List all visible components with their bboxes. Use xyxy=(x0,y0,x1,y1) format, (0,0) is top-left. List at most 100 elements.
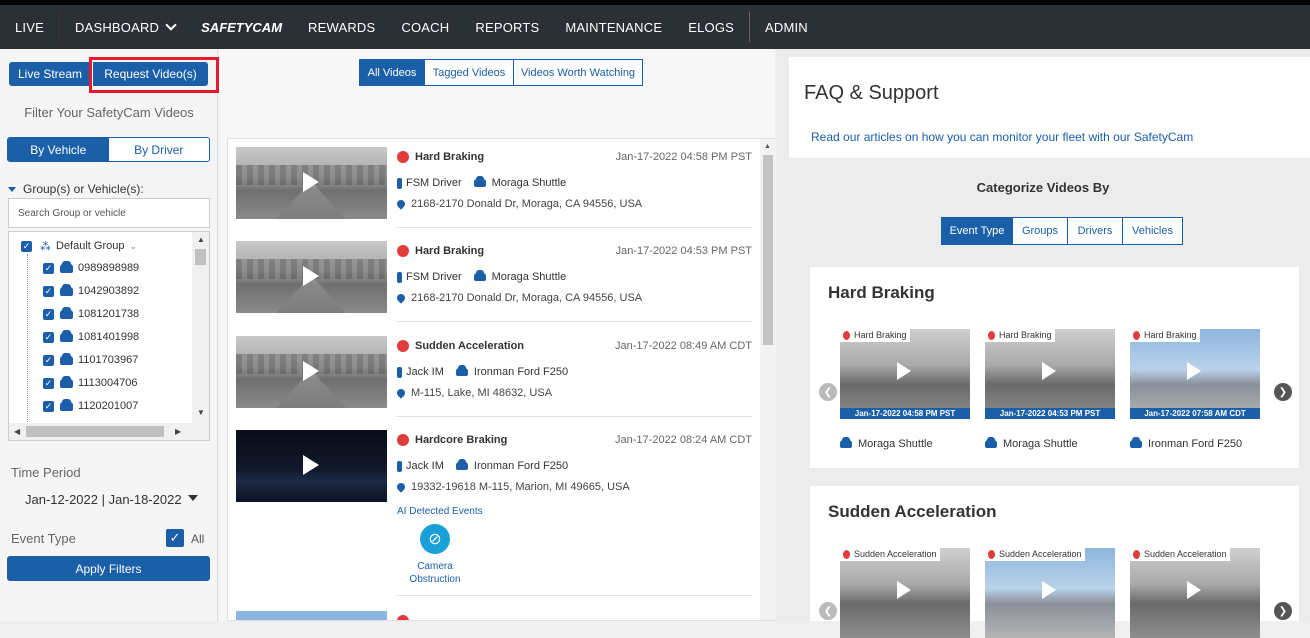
scrollbar-thumb[interactable] xyxy=(195,249,206,265)
all-events-checkbox[interactable]: ✓ xyxy=(166,529,184,547)
clip-thumbnail[interactable]: Hard Braking Jan-17-2022 07:58 AM CDT xyxy=(1130,329,1260,419)
by-vehicle-toggle[interactable]: By Vehicle xyxy=(8,138,109,161)
carousel-next-icon[interactable]: ❯ xyxy=(1274,602,1292,620)
play-icon[interactable] xyxy=(303,172,319,192)
video-thumbnail[interactable] xyxy=(236,241,387,313)
clip-vehicle-name: Moraga Shuttle xyxy=(1003,438,1078,450)
camera-obstruction-icon[interactable]: ⊘ xyxy=(420,524,450,554)
tab-drivers[interactable]: Drivers xyxy=(1067,217,1123,245)
group-search-input[interactable]: Search Group or vehicle xyxy=(8,198,210,228)
scroll-up-icon[interactable]: ▲ xyxy=(764,143,771,150)
caret-down-icon[interactable] xyxy=(188,495,198,501)
tab-vehicles[interactable]: Vehicles xyxy=(1122,217,1183,245)
scroll-up-icon[interactable]: ▲ xyxy=(197,235,205,244)
tree-vehicle-row[interactable]: ✓ 1081201738 xyxy=(43,304,139,324)
nav-dashboard[interactable]: DASHBOARD xyxy=(62,18,188,35)
nav-live[interactable]: LIVE xyxy=(0,20,57,35)
video-item[interactable]: Hard Braking Jan-17-2022 04:53 PM PST FS… xyxy=(236,241,752,321)
checkbox-checked-icon[interactable]: ✓ xyxy=(43,400,54,412)
date-range-picker[interactable]: Jan-12-2022 | Jan-18-2022 xyxy=(25,492,182,507)
tree-vertical-scrollbar[interactable]: ▲ ▼ xyxy=(192,232,209,424)
play-icon[interactable] xyxy=(897,362,911,380)
nav-coach[interactable]: COACH xyxy=(388,20,462,35)
checkbox-checked-icon[interactable]: ✓ xyxy=(21,240,32,252)
driver-name: Jack IM xyxy=(406,366,444,378)
location-pin-icon xyxy=(395,292,407,304)
hard-braking-icon xyxy=(1133,330,1140,340)
sudden-acceleration-card: Sudden Acceleration ❮ Sudden Acceleratio… xyxy=(810,486,1299,638)
tree-horizontal-scrollbar[interactable]: ◀ ▶ xyxy=(9,423,209,440)
faq-link[interactable]: Read our articles on how you can monitor… xyxy=(811,130,1193,144)
event-location: M-115, Lake, MI 48632, USA xyxy=(395,387,552,399)
tree-vehicle-row[interactable]: ✓ 1101703967 xyxy=(43,350,138,370)
tab-all-videos[interactable]: All Videos xyxy=(359,59,425,86)
location-pin-icon xyxy=(395,198,407,210)
video-thumbnail[interactable] xyxy=(236,147,387,219)
play-icon[interactable] xyxy=(1042,362,1056,380)
list-scrollbar[interactable]: ▲ xyxy=(760,139,776,620)
event-title: Hard Braking xyxy=(415,151,485,163)
video-item[interactable]: Hard Braking Jan-17-2022 04:58 PM PST FS… xyxy=(236,147,752,227)
tree-vehicle-row[interactable]: ✓ 1120201007 xyxy=(43,396,138,416)
video-item[interactable]: Sudden Acceleration Jan-17-2022 08:49 AM… xyxy=(236,336,752,416)
play-icon[interactable] xyxy=(303,361,319,381)
clip-thumbnail[interactable]: Sudden Acceleration xyxy=(985,548,1115,638)
chevron-down-icon[interactable]: ⌄ xyxy=(129,241,137,252)
video-thumbnail[interactable] xyxy=(236,611,387,620)
scrollbar-thumb[interactable] xyxy=(763,155,773,345)
group-label: Group(s) or Vehicle(s): xyxy=(8,182,144,196)
checkbox-checked-icon[interactable]: ✓ xyxy=(43,377,54,389)
car-icon xyxy=(473,270,486,281)
play-icon[interactable] xyxy=(897,581,911,599)
play-icon[interactable] xyxy=(303,266,319,286)
checkbox-checked-icon[interactable]: ✓ xyxy=(43,331,54,343)
clip-thumbnail[interactable]: Sudden Acceleration xyxy=(1130,548,1260,638)
play-icon[interactable] xyxy=(303,455,319,475)
apply-filters-button[interactable]: Apply Filters xyxy=(7,556,210,581)
live-stream-button[interactable]: Live Stream xyxy=(9,62,91,86)
nav-admin[interactable]: ADMIN xyxy=(752,20,821,35)
checkbox-checked-icon[interactable]: ✓ xyxy=(43,354,54,366)
tree-vehicle-row[interactable]: ✓ 1042903892 xyxy=(43,281,139,301)
video-item[interactable]: Hardcore Braking Jan-17-2022 08:24 AM CD… xyxy=(236,430,752,600)
tab-videos-worth-watching[interactable]: Videos Worth Watching xyxy=(513,59,643,86)
nav-safetycam[interactable]: SAFETYCAM xyxy=(188,20,295,35)
scrollbar-thumb[interactable] xyxy=(26,426,164,437)
tree-vehicle-row[interactable]: ✓ 1081401998 xyxy=(43,327,139,347)
nav-elogs[interactable]: ELOGS xyxy=(675,20,747,35)
nav-maintenance[interactable]: MAINTENANCE xyxy=(552,20,675,35)
by-driver-toggle[interactable]: By Driver xyxy=(108,138,209,161)
checkbox-checked-icon[interactable]: ✓ xyxy=(43,262,54,274)
clip-thumbnail[interactable]: Hard Braking Jan-17-2022 04:53 PM PST xyxy=(985,329,1115,419)
nav-reports[interactable]: REPORTS xyxy=(462,20,552,35)
hard-braking-card: Hard Braking ❮ Hard Braking Jan-17-2022 … xyxy=(810,267,1299,468)
nav-rewards[interactable]: REWARDS xyxy=(295,20,388,35)
video-thumbnail[interactable] xyxy=(236,336,387,408)
tab-groups[interactable]: Groups xyxy=(1012,217,1068,245)
scroll-right-icon[interactable]: ▶ xyxy=(175,427,181,436)
faq-title: FAQ & Support xyxy=(804,82,939,104)
faq-card: FAQ & Support Read our articles on how y… xyxy=(789,57,1310,158)
clip-thumbnail[interactable]: Hard Braking Jan-17-2022 04:58 PM PST xyxy=(840,329,970,419)
scroll-left-icon[interactable]: ◀ xyxy=(14,427,20,436)
tree-vehicle-row[interactable]: ✓ 0989898989 xyxy=(43,258,139,278)
play-icon[interactable] xyxy=(1187,362,1201,380)
play-icon[interactable] xyxy=(1187,581,1201,599)
tab-event-type[interactable]: Event Type xyxy=(941,217,1013,245)
carousel-prev-icon[interactable]: ❮ xyxy=(819,383,837,401)
clip-thumbnail[interactable]: Sudden Acceleration xyxy=(840,548,970,638)
checkbox-checked-icon[interactable]: ✓ xyxy=(43,285,54,297)
checkbox-checked-icon[interactable]: ✓ xyxy=(43,308,54,320)
scroll-down-icon[interactable]: ▼ xyxy=(197,408,205,417)
tree-group-row[interactable]: ✓ ⁂ Default Group ⌄ xyxy=(21,236,137,256)
collapse-icon[interactable] xyxy=(8,186,16,192)
sudden-acceleration-icon xyxy=(397,340,409,352)
carousel-next-icon[interactable]: ❯ xyxy=(1274,383,1292,401)
video-thumbnail[interactable] xyxy=(236,430,387,502)
vehicle-name: Ironman Ford F250 xyxy=(473,460,569,472)
play-icon[interactable] xyxy=(1042,581,1056,599)
car-icon xyxy=(60,375,73,388)
tab-tagged-videos[interactable]: Tagged Videos xyxy=(424,59,514,86)
carousel-prev-icon[interactable]: ❮ xyxy=(819,602,837,620)
tree-vehicle-row[interactable]: ✓ 1113004706 xyxy=(43,373,138,393)
